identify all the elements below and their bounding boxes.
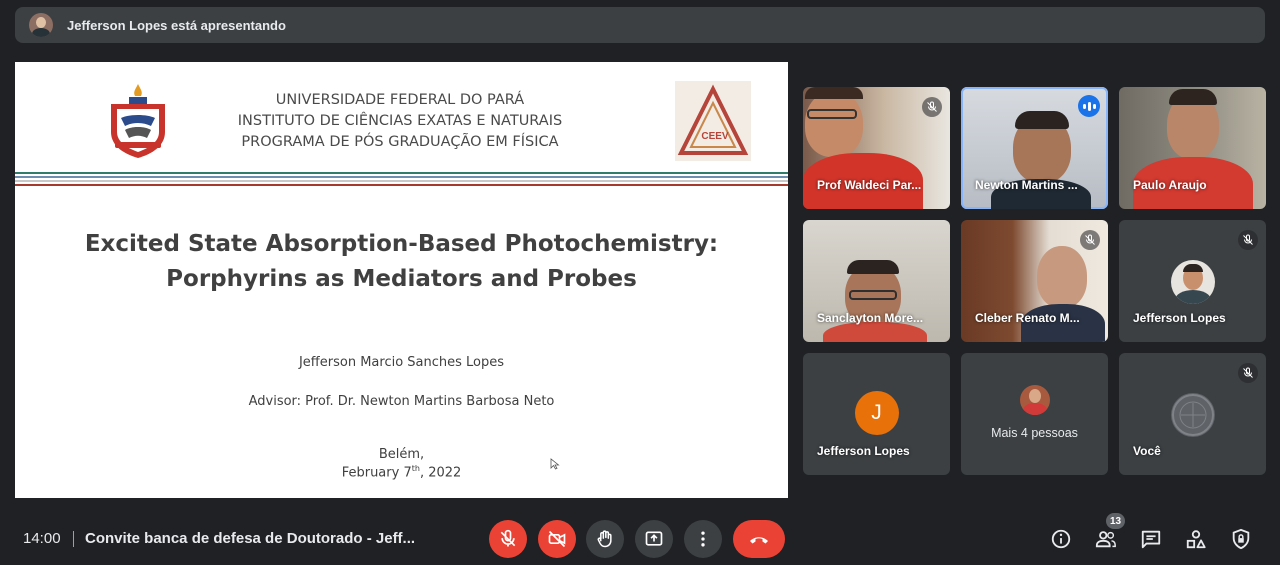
video-hair xyxy=(847,260,899,274)
participant-tile[interactable]: Jefferson Lopes xyxy=(1119,220,1266,342)
meeting-details-button[interactable] xyxy=(1049,527,1073,551)
participants-button[interactable] xyxy=(1094,527,1118,551)
shield-lock-icon xyxy=(1232,528,1250,550)
mic-toggle-button[interactable] xyxy=(489,520,527,558)
present-icon xyxy=(645,531,663,546)
slide-advisor: Advisor: Prof. Dr. Newton Martins Barbos… xyxy=(248,394,555,409)
participant-name: Você xyxy=(1133,444,1161,458)
slide-title-line: Porphyrins as Mediators and Probes xyxy=(166,266,637,292)
chat-button[interactable] xyxy=(1139,527,1163,551)
raise-hand-button[interactable] xyxy=(586,520,624,558)
participant-tile[interactable]: Paulo Araujo xyxy=(1119,87,1266,209)
participant-name: Cleber Renato M... xyxy=(975,311,1080,325)
slide-title: Excited State Absorption-Based Photochem… xyxy=(15,227,788,297)
participant-video xyxy=(805,91,863,157)
hand-icon xyxy=(597,530,612,548)
svg-text:CEEV: CEEV xyxy=(701,131,729,142)
participant-tile-active-speaker[interactable]: Newton Martins ... xyxy=(961,87,1108,209)
participant-name: Jefferson Lopes xyxy=(1133,311,1226,325)
participant-tile[interactable]: J Jefferson Lopes xyxy=(803,353,950,475)
people-icon xyxy=(1095,531,1116,548)
avatar-hair xyxy=(1182,264,1203,272)
participant-tile[interactable]: Sanclayton More... xyxy=(803,220,950,342)
date-ordinal: th xyxy=(411,464,420,473)
leave-call-button[interactable] xyxy=(733,520,785,558)
avatar-shirt xyxy=(1022,403,1047,415)
shared-screen-slide: UNIVERSIDADE FEDERAL DO PARÁ INSTITUTO D… xyxy=(15,62,788,498)
more-participants-label: Mais 4 pessoas xyxy=(991,426,1078,440)
date-prefix: February 7 xyxy=(341,465,412,481)
video-hair xyxy=(1169,89,1217,105)
participant-avatar xyxy=(1019,385,1050,415)
mic-off-icon xyxy=(922,97,942,117)
institution-line: PROGRAMA DE PÓS GRADUAÇÃO EM FÍSICA xyxy=(241,134,559,150)
video-hair xyxy=(805,87,863,99)
slide-title-line: Excited State Absorption-Based Photochem… xyxy=(84,231,719,257)
avatar-face xyxy=(1028,389,1041,403)
more-vert-icon xyxy=(701,531,705,547)
video-hair xyxy=(1015,111,1069,129)
mic-off-icon xyxy=(1238,363,1258,383)
institution-line: INSTITUTO DE CIÊNCIAS EXATAS E NATURAIS xyxy=(237,113,563,129)
video-glasses xyxy=(849,290,897,300)
present-screen-button[interactable] xyxy=(635,520,673,558)
meeting-title: Convite banca de defesa de Doutorado - J… xyxy=(85,530,416,547)
participant-tile[interactable]: Prof Waldeci Par... xyxy=(803,87,950,209)
institution-header: UNIVERSIDADE FEDERAL DO PARÁ INSTITUTO D… xyxy=(205,90,595,153)
ceev-logo: CEEV xyxy=(675,81,751,161)
more-participants-tile[interactable]: Mais 4 pessoas xyxy=(961,353,1108,475)
speaking-indicator-icon xyxy=(1078,95,1100,117)
divider-stripe xyxy=(15,172,788,174)
participant-name: Sanclayton More... xyxy=(817,311,924,325)
participants-count-badge: 13 xyxy=(1106,513,1125,529)
activities-button[interactable] xyxy=(1184,527,1208,551)
self-tile[interactable]: Você xyxy=(1119,353,1266,475)
mic-off-icon xyxy=(1238,230,1258,250)
video-glasses xyxy=(807,109,857,119)
meet-window: Jefferson Lopes está apresentando UNIVER… xyxy=(0,0,1280,565)
mouse-cursor-icon xyxy=(550,458,560,470)
slide-author: Jefferson Marcio Sanches Lopes xyxy=(298,355,505,370)
university-crest-logo xyxy=(111,84,165,158)
host-controls-button[interactable] xyxy=(1229,527,1253,551)
participant-tile[interactable]: Cleber Renato M... xyxy=(961,220,1108,342)
avatar-shirt xyxy=(1174,290,1211,304)
mic-off-icon xyxy=(1080,230,1100,250)
divider-stripe xyxy=(15,180,788,182)
slide-date: February 7th, 2022 xyxy=(15,464,788,480)
participant-video xyxy=(1037,246,1087,308)
participant-name: Jefferson Lopes xyxy=(817,444,910,458)
slide-place: Belém, xyxy=(378,447,425,462)
institution-line: UNIVERSIDADE FEDERAL DO PARÁ xyxy=(275,92,525,108)
mic-off-icon xyxy=(500,529,516,547)
divider-stripe xyxy=(15,176,788,178)
info-icon xyxy=(1051,529,1071,549)
participant-name: Paulo Araujo xyxy=(1133,178,1207,192)
video-shirt xyxy=(823,322,927,342)
presenter-banner-text: Jefferson Lopes está apresentando xyxy=(67,17,286,33)
participant-initial-avatar: J xyxy=(854,391,899,435)
hang-up-icon xyxy=(750,537,768,544)
self-avatar xyxy=(1170,393,1215,437)
more-options-button[interactable] xyxy=(684,520,722,558)
camera-off-icon xyxy=(548,530,566,548)
slide-divider-stripes xyxy=(15,172,788,188)
presenter-banner: Jefferson Lopes está apresentando xyxy=(15,7,1265,43)
participant-avatar xyxy=(1170,260,1215,304)
date-suffix: , 2022 xyxy=(419,465,462,481)
divider-stripe xyxy=(15,184,788,186)
chat-icon xyxy=(1141,530,1161,549)
activities-icon xyxy=(1186,530,1206,549)
presenter-avatar xyxy=(29,13,53,37)
meeting-time: 14:00 xyxy=(23,530,61,547)
participant-name: Prof Waldeci Par... xyxy=(817,178,922,192)
camera-toggle-button[interactable] xyxy=(538,520,576,558)
bottom-bar-divider xyxy=(73,531,74,547)
participant-name: Newton Martins ... xyxy=(975,178,1078,192)
